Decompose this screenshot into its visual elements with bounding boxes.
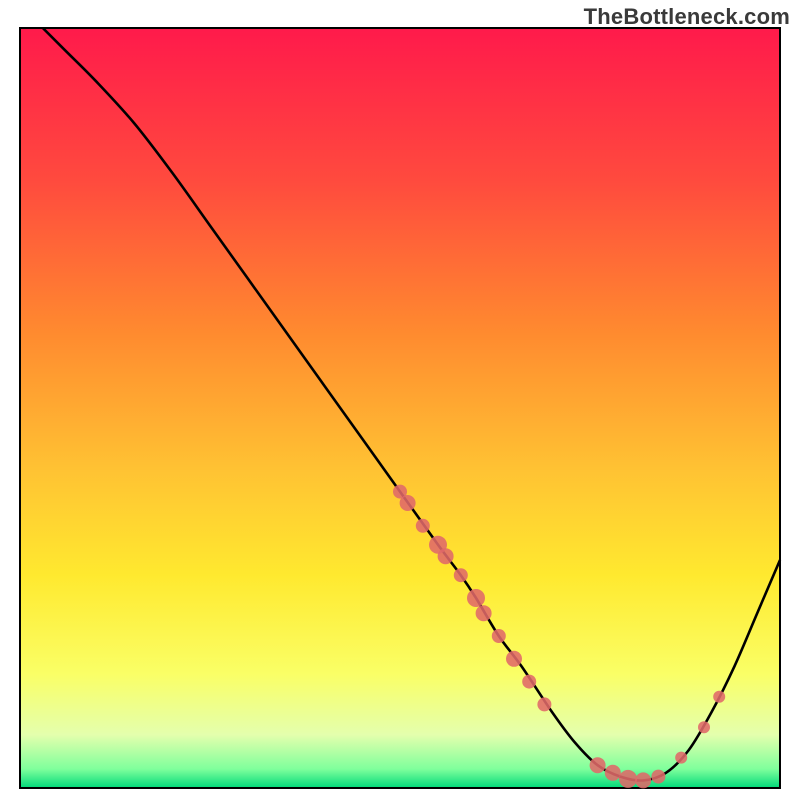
datapoint <box>635 772 651 788</box>
datapoint <box>605 765 621 781</box>
watermark-text: TheBottleneck.com <box>584 4 790 30</box>
datapoint <box>467 589 485 607</box>
datapoint <box>506 651 522 667</box>
plot-background <box>20 28 780 788</box>
datapoint <box>651 770 665 784</box>
datapoint <box>675 752 687 764</box>
datapoint <box>454 568 468 582</box>
datapoint <box>619 770 637 788</box>
datapoint <box>590 757 606 773</box>
datapoint <box>698 721 710 733</box>
datapoint <box>522 675 536 689</box>
bottleneck-chart <box>0 0 800 800</box>
datapoint <box>713 691 725 703</box>
datapoint <box>416 519 430 533</box>
chart-container: TheBottleneck.com <box>0 0 800 800</box>
datapoint <box>476 605 492 621</box>
datapoint <box>492 629 506 643</box>
datapoint <box>438 548 454 564</box>
datapoint <box>537 697 551 711</box>
datapoint <box>400 495 416 511</box>
